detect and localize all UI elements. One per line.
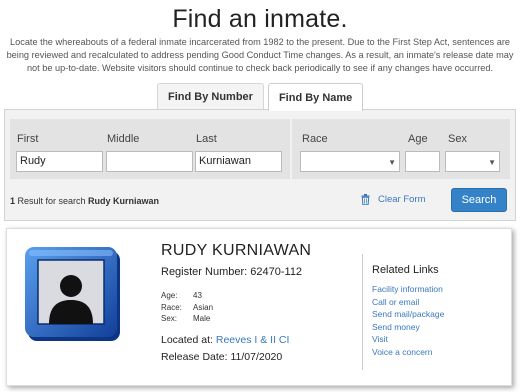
- intro-text: Locate the whereabouts of a federal inma…: [6, 37, 514, 73]
- age-label: Age: [408, 133, 428, 145]
- sex-select[interactable]: ▼: [445, 151, 500, 172]
- race-detail-label: Race:: [161, 302, 182, 312]
- first-name-input[interactable]: Rudy: [16, 151, 103, 172]
- send-money-link[interactable]: Send money: [372, 321, 444, 334]
- race-detail-value: Asian: [193, 302, 214, 312]
- release-label: Release Date:: [161, 351, 231, 363]
- send-mail-package-link[interactable]: Send mail/package: [372, 308, 444, 321]
- facility-information-link[interactable]: Facility information: [372, 283, 444, 296]
- inmate-name: RUDY KURNIAWAN: [161, 242, 312, 259]
- located-at: Located at: Reeves I & II CI: [161, 334, 289, 346]
- race-label: Race: [302, 133, 328, 145]
- page-title: Find an inmate.: [172, 5, 348, 33]
- sex-label: Sex: [448, 133, 467, 145]
- result-query: Rudy Kurniawan: [88, 196, 160, 206]
- release-date: Release Date: 11/07/2020: [161, 351, 282, 363]
- trash-icon: [361, 194, 370, 205]
- voice-a-concern-link[interactable]: Voice a concern: [372, 346, 444, 359]
- age-detail-value: 43: [193, 291, 202, 300]
- search-panel: First Middle Last Rudy Kurniawan Race Ag…: [4, 109, 516, 221]
- race-select[interactable]: ▼: [300, 151, 400, 172]
- last-name-input[interactable]: Kurniawan: [195, 151, 282, 172]
- divider: [362, 254, 363, 370]
- sex-detail-label: Sex:: [161, 314, 178, 323]
- register-value: 62470-112: [250, 266, 303, 278]
- inmate-result-card: RUDY KURNIAWAN Register Number: 62470-11…: [6, 228, 512, 386]
- visit-link[interactable]: Visit: [372, 333, 444, 346]
- age-input[interactable]: [405, 151, 440, 172]
- first-name-label: First: [17, 133, 39, 145]
- related-links: Related Links Facility information Call …: [372, 264, 444, 358]
- age-detail-label: Age:: [161, 291, 178, 300]
- result-count-label: Result for search: [15, 196, 89, 206]
- search-tabs: Find By Number Find By Name: [157, 83, 364, 111]
- middle-name-input[interactable]: [106, 151, 193, 172]
- clear-form-label: Clear Form: [378, 194, 426, 205]
- tab-find-by-number[interactable]: Find By Number: [157, 83, 264, 110]
- chevron-down-icon: ▼: [488, 158, 496, 167]
- related-links-title: Related Links: [372, 264, 439, 276]
- last-name-label: Last: [196, 133, 217, 145]
- demographic-fields: Race Age Sex ▼ ▼: [292, 119, 510, 179]
- clear-form-button[interactable]: Clear Form: [361, 194, 426, 205]
- tab-find-by-name[interactable]: Find By Name: [267, 83, 364, 111]
- call-or-email-link[interactable]: Call or email: [372, 296, 444, 309]
- middle-name-label: Middle: [107, 133, 140, 145]
- register-label: Register Number:: [161, 266, 251, 278]
- search-button[interactable]: Search: [451, 188, 507, 212]
- chevron-down-icon: ▼: [388, 158, 396, 167]
- facility-link[interactable]: Reeves I & II CI: [216, 334, 290, 346]
- located-label: Located at:: [161, 334, 216, 346]
- register-number: Register Number: 62470-112: [161, 266, 302, 278]
- name-fields: First Middle Last Rudy Kurniawan: [10, 119, 290, 179]
- sex-detail-value: Male: [193, 314, 211, 323]
- person-silhouette-icon: [25, 247, 120, 341]
- result-count-text: 1 Result for search Rudy Kurniawan: [10, 196, 159, 206]
- inmate-details: Age: 43 Race: Asian Sex: Male: [161, 290, 213, 325]
- release-value: 11/07/2020: [230, 351, 283, 363]
